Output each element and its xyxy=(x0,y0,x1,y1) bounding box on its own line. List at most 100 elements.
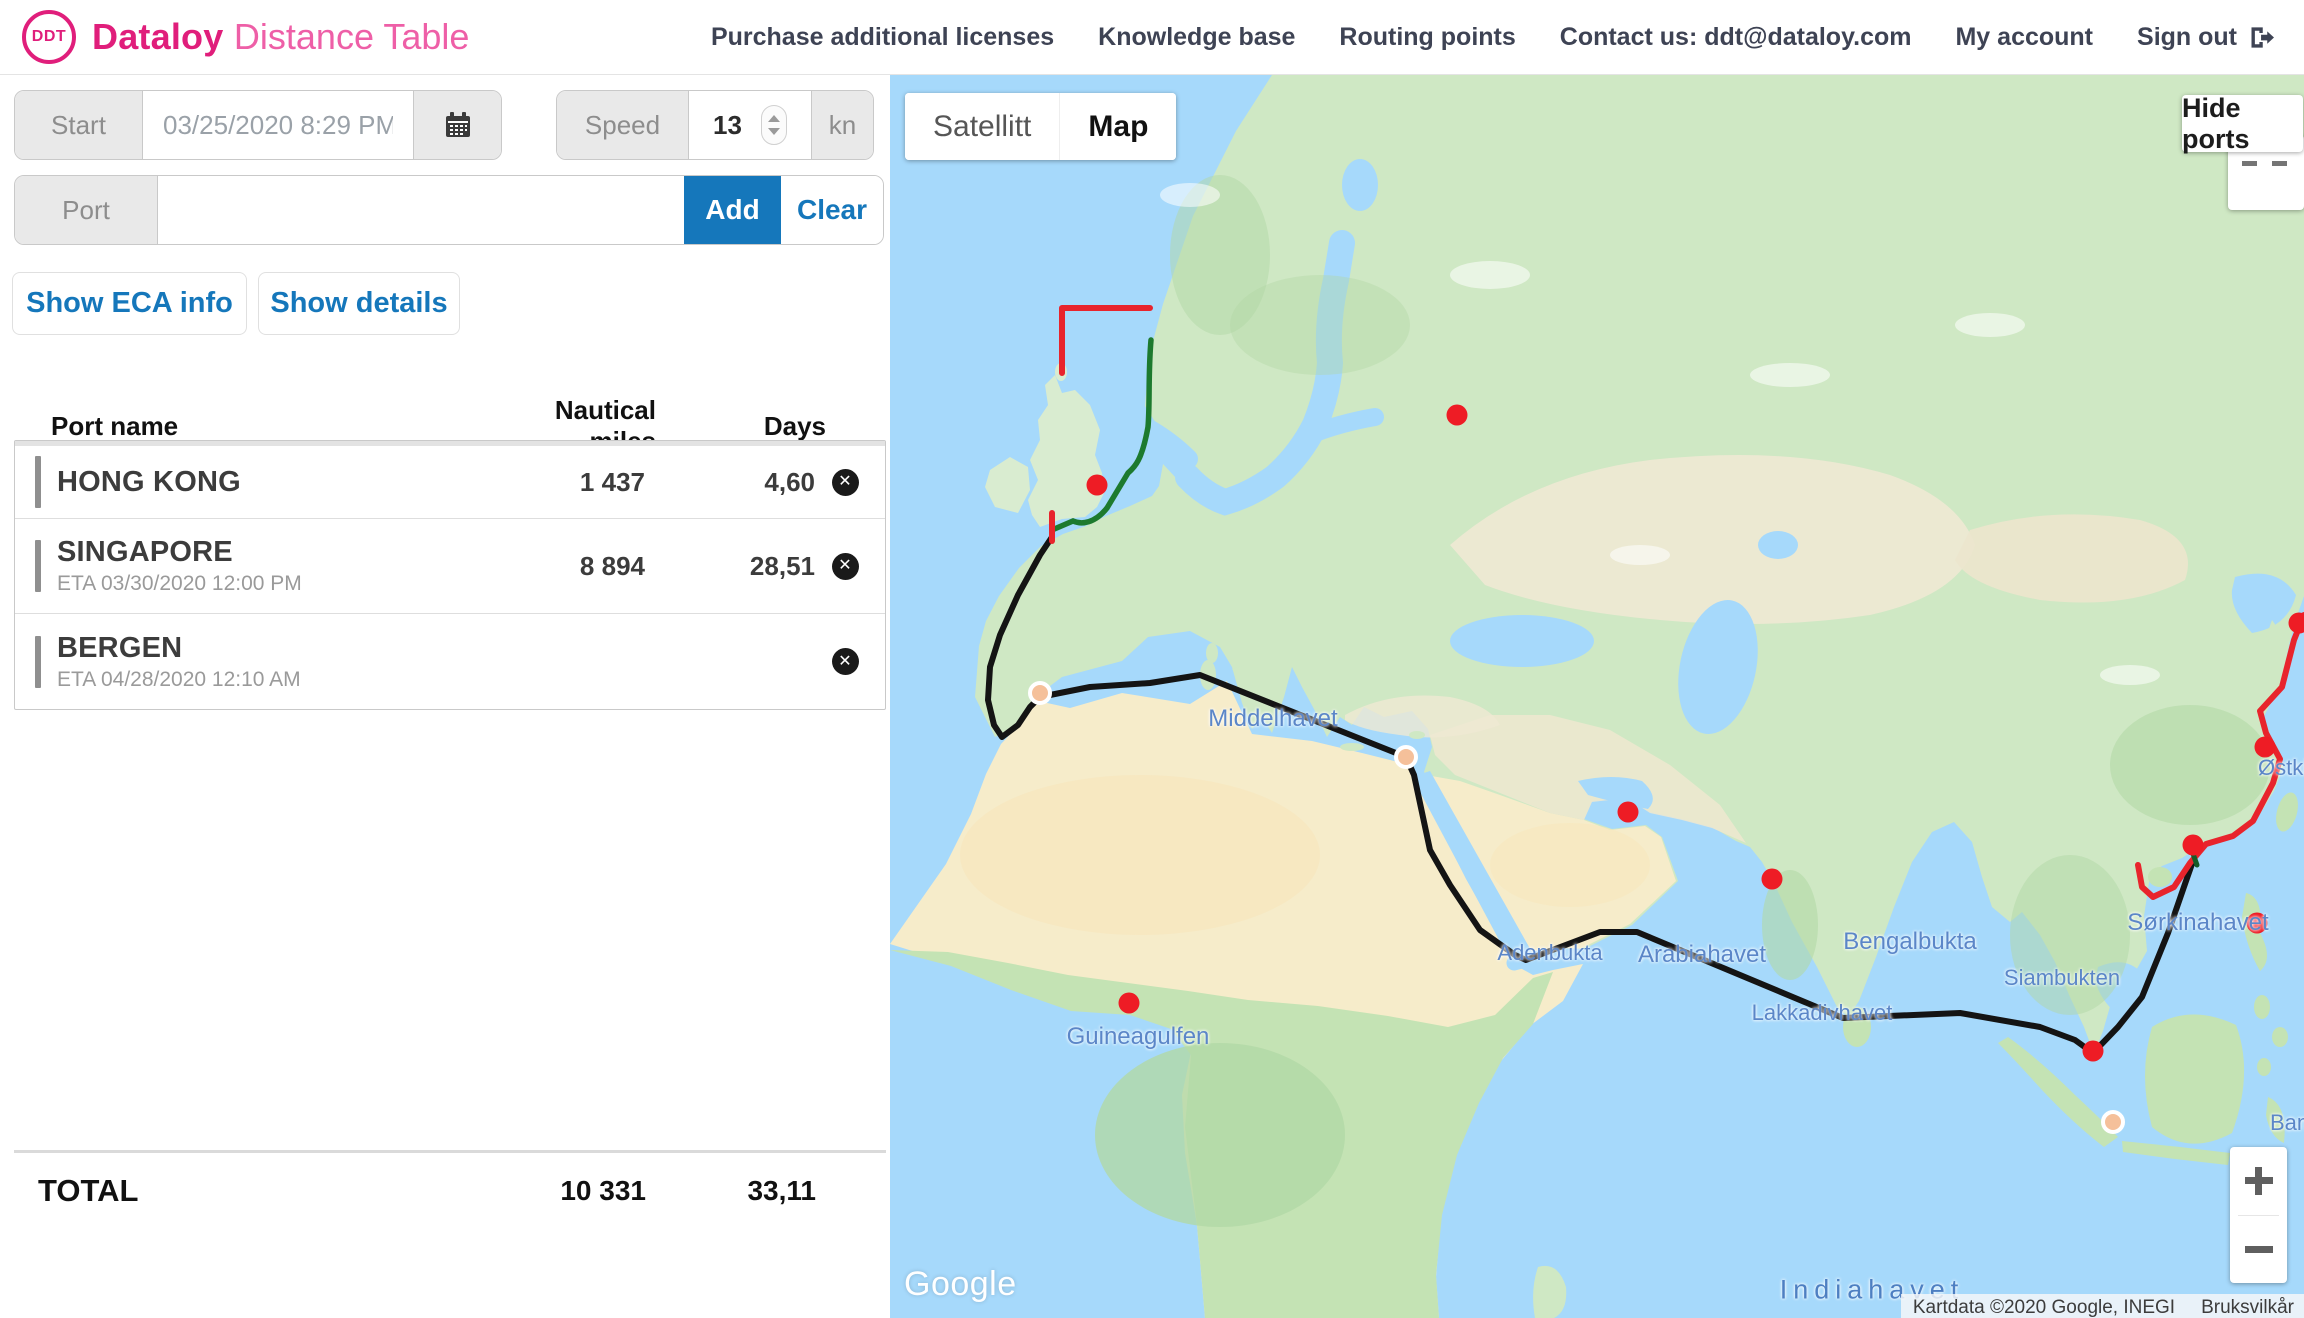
port-dot-red[interactable] xyxy=(1119,993,1140,1014)
sign-out-icon xyxy=(2247,24,2274,51)
app-header: DDT Dataloy Distance Table Purchase addi… xyxy=(0,0,2304,75)
attribution-text: Kartdata ©2020 Google, INEGI xyxy=(1913,1297,2175,1318)
port-dot-red[interactable] xyxy=(1447,405,1468,426)
speed-label: Speed xyxy=(557,91,689,159)
total-row: TOTAL 10 331 33,11 xyxy=(14,1173,886,1209)
speed-stepper[interactable] xyxy=(761,105,787,145)
drag-handle[interactable] xyxy=(35,636,41,688)
port-eta: ETA 04/28/2020 12:10 AM xyxy=(57,668,475,692)
aral-sea xyxy=(1758,531,1798,559)
map-zoom-control xyxy=(2230,1147,2287,1283)
speed-input[interactable] xyxy=(689,110,759,141)
satellite-toggle-button[interactable]: Satellitt xyxy=(905,93,1059,160)
port-dot-red[interactable] xyxy=(2247,913,2268,934)
remove-port-button[interactable]: ✕ xyxy=(815,648,875,675)
route-planner-panel: Start Speed kn xyxy=(0,75,890,1318)
port-dot-orange[interactable] xyxy=(1030,683,1050,703)
port-dot-red[interactable] xyxy=(1762,869,1783,890)
google-logo: Google xyxy=(904,1265,1017,1304)
add-port-button[interactable]: Add xyxy=(684,176,781,244)
calendar-button[interactable] xyxy=(413,91,501,159)
world-map-canvas xyxy=(890,75,2304,1318)
terms-link[interactable]: Bruksvilkår xyxy=(2201,1297,2294,1318)
port-name: SINGAPORE xyxy=(57,536,475,569)
table-row-hong-kong: HONG KONG 1 437 4,60 ✕ xyxy=(15,446,885,519)
port-eta: ETA 03/30/2020 12:00 PM xyxy=(57,572,475,596)
stepper-down-icon[interactable] xyxy=(768,128,780,135)
hide-ports-button[interactable]: Hide ports xyxy=(2182,95,2303,152)
port-days: 28,51 xyxy=(645,551,815,582)
port-days: 4,60 xyxy=(645,467,815,498)
route-table: HONG KONG 1 437 4,60 ✕ SINGAPORE ETA 03/… xyxy=(14,440,886,710)
port-dot-red[interactable] xyxy=(1618,802,1639,823)
start-datetime-group: Start xyxy=(14,90,502,160)
port-dot-red[interactable] xyxy=(2083,1041,2104,1062)
calendar-icon xyxy=(442,109,474,141)
map-toggle-button[interactable]: Map xyxy=(1059,93,1176,160)
total-miles: 10 331 xyxy=(476,1175,646,1207)
clear-button[interactable]: Clear xyxy=(781,176,883,244)
total-label: TOTAL xyxy=(38,1173,476,1209)
island-cyprus xyxy=(1409,731,1425,739)
stepper-up-icon[interactable] xyxy=(768,115,780,122)
port-dot-red[interactable] xyxy=(1087,475,1108,496)
nav-purchase-licenses[interactable]: Purchase additional licenses xyxy=(711,23,1054,52)
ddt-logo-icon: DDT xyxy=(22,10,76,64)
nav-my-account[interactable]: My account xyxy=(1955,23,2093,52)
port-name: HONG KONG xyxy=(57,466,475,499)
product-name: Distance Table xyxy=(234,16,469,57)
speed-group: Speed kn xyxy=(556,90,874,160)
island-crete xyxy=(1340,743,1364,751)
brand-name: Dataloy xyxy=(92,16,223,57)
port-miles: 8 894 xyxy=(475,551,645,582)
port-add-group: Port Add Clear xyxy=(14,175,884,245)
nav-routing-points[interactable]: Routing points xyxy=(1339,23,1515,52)
forest-patch xyxy=(1095,1043,1345,1227)
remove-port-button[interactable]: ✕ xyxy=(815,553,875,580)
minus-icon xyxy=(2245,1246,2273,1253)
drag-handle[interactable] xyxy=(35,456,41,508)
island-hainan xyxy=(2148,867,2172,887)
nav-knowledge-base[interactable]: Knowledge base xyxy=(1098,23,1295,52)
show-eca-info-button[interactable]: Show ECA info xyxy=(12,272,247,335)
port-name: BERGEN xyxy=(57,632,475,665)
port-dot-red[interactable] xyxy=(2255,737,2276,758)
island-philippines xyxy=(2257,1058,2271,1076)
route-map[interactable]: Middelhavet Adenbukta Arabiahavet Bengal… xyxy=(890,75,2304,1318)
sahara-highlight xyxy=(960,775,1320,935)
show-details-button[interactable]: Show details xyxy=(258,272,460,335)
island-corsica xyxy=(1206,643,1218,663)
column-days: Days xyxy=(656,411,826,442)
fullscreen-icon xyxy=(2242,161,2257,166)
remove-icon: ✕ xyxy=(832,648,859,675)
nav-sign-out[interactable]: Sign out xyxy=(2137,23,2274,52)
table-row-bergen: BERGEN ETA 04/28/2020 12:10 AM ✕ xyxy=(15,614,885,709)
map-attribution: Kartdata ©2020 Google, INEGI Bruksvilkår xyxy=(1901,1294,2304,1318)
drag-handle[interactable] xyxy=(35,540,41,592)
top-nav: Purchase additional licenses Knowledge b… xyxy=(711,23,2274,52)
column-port-name: Port name xyxy=(51,411,486,442)
zoom-in-button[interactable] xyxy=(2230,1147,2287,1215)
sign-out-label: Sign out xyxy=(2137,23,2237,52)
island-sri-lanka xyxy=(1843,1007,1871,1047)
plus-icon xyxy=(2255,1167,2262,1195)
fullscreen-icon xyxy=(2272,161,2287,166)
port-input[interactable] xyxy=(158,176,684,244)
remove-icon: ✕ xyxy=(832,553,859,580)
island-philippines xyxy=(2272,1027,2288,1047)
total-divider xyxy=(14,1150,886,1153)
zoom-out-button[interactable] xyxy=(2230,1216,2287,1284)
port-dot-orange[interactable] xyxy=(2103,1112,2123,1132)
port-dot-orange[interactable] xyxy=(1396,747,1416,767)
start-datetime-input[interactable] xyxy=(143,91,413,159)
port-dot-red[interactable] xyxy=(2183,835,2204,856)
dataloy-logo[interactable]: DDT Dataloy Distance Table xyxy=(22,10,469,64)
nav-contact-us[interactable]: Contact us: ddt@dataloy.com xyxy=(1560,23,1912,52)
white-sea xyxy=(1342,159,1378,211)
total-days: 33,11 xyxy=(646,1175,816,1207)
island-philippines xyxy=(2254,995,2270,1019)
black-sea xyxy=(1450,615,1594,667)
remove-port-button[interactable]: ✕ xyxy=(815,469,875,496)
arabia-highlight xyxy=(1490,823,1650,907)
remove-icon: ✕ xyxy=(832,469,859,496)
